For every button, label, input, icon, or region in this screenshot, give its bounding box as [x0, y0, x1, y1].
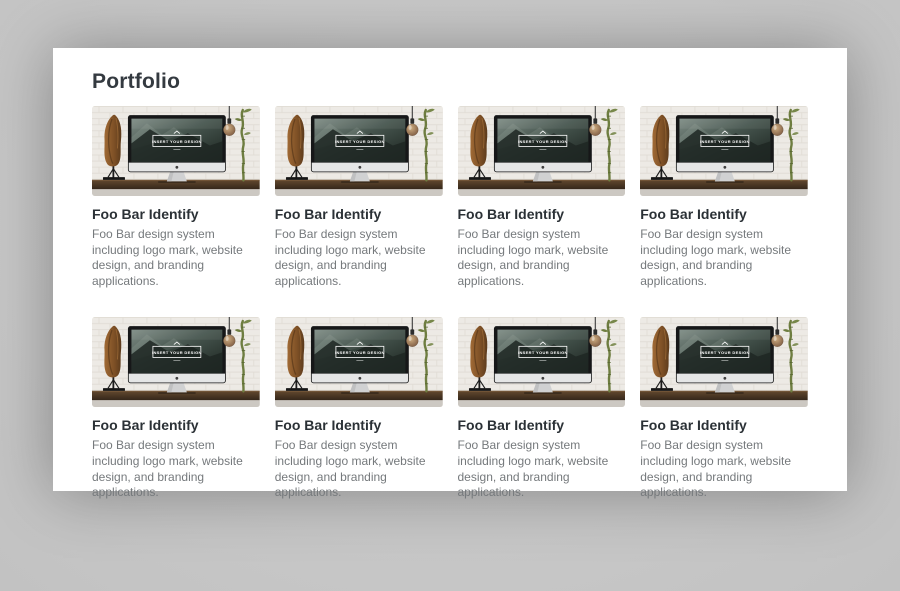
portfolio-item-title: Foo Bar Identify: [640, 205, 808, 223]
portfolio-item-description: Foo Bar design system including logo mar…: [92, 227, 260, 289]
portfolio-item-title: Foo Bar Identify: [458, 416, 626, 434]
portfolio-item-title: Foo Bar Identify: [92, 205, 260, 223]
portfolio-item[interactable]: Foo Bar Identify Foo Bar design system i…: [275, 317, 443, 500]
portfolio-item-title: Foo Bar Identify: [275, 205, 443, 223]
imac-mockup-image[interactable]: [92, 317, 260, 407]
portfolio-item[interactable]: Foo Bar Identify Foo Bar design system i…: [92, 106, 260, 289]
page-title: Portfolio: [92, 70, 808, 94]
portfolio-item-description: Foo Bar design system including logo mar…: [275, 227, 443, 289]
portfolio-item-title: Foo Bar Identify: [92, 416, 260, 434]
portfolio-item[interactable]: Foo Bar Identify Foo Bar design system i…: [92, 317, 260, 500]
imac-mockup-image[interactable]: [275, 317, 443, 407]
portfolio-item-description: Foo Bar design system including logo mar…: [640, 438, 808, 500]
portfolio-item-title: Foo Bar Identify: [640, 416, 808, 434]
page-background: { "page": { "title": "Portfolio" }, "moc…: [0, 48, 900, 591]
imac-mockup-image[interactable]: [92, 106, 260, 196]
portfolio-item-title: Foo Bar Identify: [458, 205, 626, 223]
imac-mockup-image[interactable]: [458, 317, 626, 407]
portfolio-item-description: Foo Bar design system including logo mar…: [275, 438, 443, 500]
portfolio-item[interactable]: Foo Bar Identify Foo Bar design system i…: [640, 106, 808, 289]
portfolio-item-title: Foo Bar Identify: [275, 416, 443, 434]
content-card: Portfolio Foo Bar Identify Foo Bar desig…: [53, 48, 847, 491]
portfolio-item[interactable]: Foo Bar Identify Foo Bar design system i…: [458, 317, 626, 500]
imac-mockup-image[interactable]: [458, 106, 626, 196]
portfolio-item-description: Foo Bar design system including logo mar…: [92, 438, 260, 500]
portfolio-item-description: Foo Bar design system including logo mar…: [458, 227, 626, 289]
portfolio-item[interactable]: Foo Bar Identify Foo Bar design system i…: [458, 106, 626, 289]
imac-mockup-image[interactable]: [275, 106, 443, 196]
imac-mockup-image[interactable]: [640, 106, 808, 196]
portfolio-item[interactable]: Foo Bar Identify Foo Bar design system i…: [275, 106, 443, 289]
portfolio-item-description: Foo Bar design system including logo mar…: [458, 438, 626, 500]
imac-mockup-image[interactable]: [640, 317, 808, 407]
portfolio-item[interactable]: Foo Bar Identify Foo Bar design system i…: [640, 317, 808, 500]
portfolio-item-description: Foo Bar design system including logo mar…: [640, 227, 808, 289]
portfolio-grid: Foo Bar Identify Foo Bar design system i…: [92, 106, 808, 501]
